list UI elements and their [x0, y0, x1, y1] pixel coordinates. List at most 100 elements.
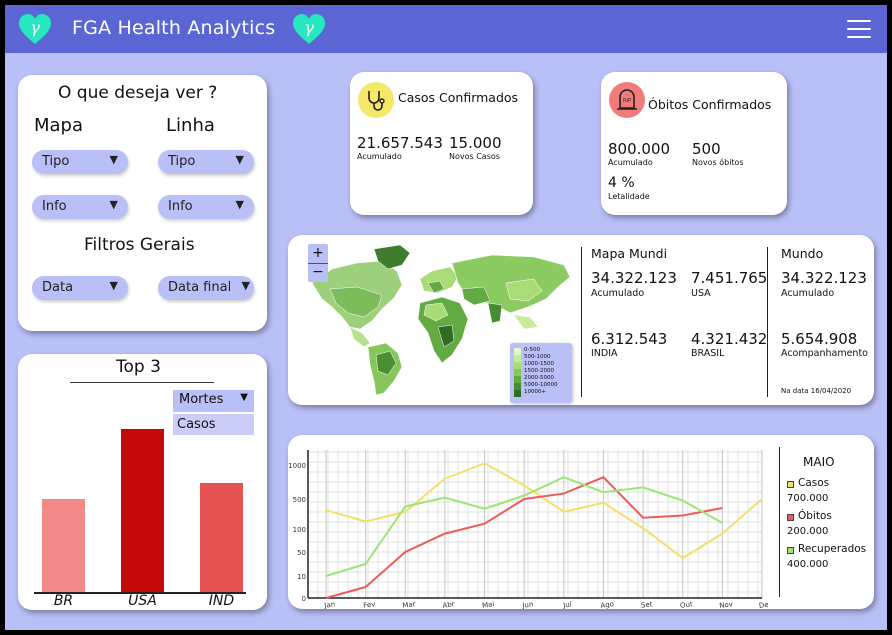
stat-label: INDIA — [591, 348, 618, 359]
x-tick-label: Dec — [758, 600, 768, 609]
chevron-down-icon: ▼ — [240, 392, 248, 403]
map-info-select[interactable]: Info ▼ — [32, 195, 128, 219]
filters-card: O que deseja ver ? Mapa Linha Tipo ▼ Tipo… — [18, 75, 267, 331]
y-tick-label: 0 — [302, 595, 306, 603]
y-tick-label: 100 — [293, 526, 306, 534]
deaths-total: 800.000 — [608, 140, 671, 158]
zoom-control: + − — [308, 244, 328, 282]
line-chart: 100050010050100Jan Fev Mar Abr Mai Jun Jul Ago S… — [288, 450, 768, 609]
x-tick-label: Nov — [719, 600, 734, 609]
zoom-out-button[interactable]: − — [308, 263, 328, 282]
line-info-select[interactable]: Info ▼ — [158, 195, 254, 219]
line-type-select[interactable]: Tipo ▼ — [158, 150, 254, 174]
legend-swatch — [514, 369, 521, 376]
lethality-value: 4 % — [608, 175, 635, 191]
legend-swatch — [514, 348, 521, 355]
line-info-value: Info — [168, 199, 193, 214]
chevron-down-icon: ▼ — [109, 153, 118, 166]
stat-value: 7.451.765 — [691, 269, 768, 287]
x-tick-label: Abr — [442, 600, 455, 609]
map-info-value: Info — [42, 199, 67, 214]
cases-card: Casos Confirmados 21.657.543 Acumulado 1… — [350, 72, 533, 215]
app-title: FGA Health Analytics — [72, 17, 276, 39]
svg-text:γ: γ — [30, 18, 40, 37]
date-select[interactable]: Data ▼ — [32, 276, 128, 300]
cases-total: 21.657.543 — [357, 134, 443, 152]
divider — [581, 247, 582, 397]
y-tick-label: 50 — [297, 549, 306, 557]
top-bar: γ FGA Health Analytics γ — [5, 5, 887, 53]
cases-new: 15.000 — [449, 134, 502, 152]
legend-label: 10000+ — [524, 389, 547, 395]
world-total: 34.322.123 — [781, 269, 867, 287]
legend-swatch — [514, 362, 521, 369]
filters-title: O que deseja ver ? — [58, 83, 218, 103]
deaths-new-label: Novos óbitos — [692, 158, 744, 167]
legend-label: 1000-1500 — [524, 361, 554, 367]
date-value: Data — [42, 280, 74, 295]
general-filters-heading: Filtros Gerais — [84, 235, 195, 255]
hamburger-menu-icon[interactable] — [847, 20, 871, 39]
title-underline — [70, 382, 214, 383]
chevron-down-icon: ▼ — [235, 153, 244, 166]
top3-card: Top 3 Mortes ▼ Casos BR USA IND — [18, 354, 267, 610]
x-tick-label: Mar — [402, 600, 416, 609]
top3-title: Top 3 — [116, 357, 161, 377]
legend-swatch — [514, 390, 521, 397]
legend-label: 0-500 — [524, 347, 540, 353]
end-date-select[interactable]: Data final ▼ — [158, 276, 254, 300]
cases-title: Casos Confirmados — [398, 90, 519, 105]
x-tick-label: Jun — [521, 600, 534, 609]
map-type-select[interactable]: Tipo ▼ — [32, 150, 128, 174]
stethoscope-icon — [358, 82, 394, 118]
bar-br — [42, 499, 85, 592]
legend-label: Óbitos — [798, 510, 832, 522]
stat-label: BRASIL — [691, 348, 725, 359]
x-tick-label: Jul — [562, 600, 573, 609]
end-date-value: Data final — [168, 280, 232, 295]
date-note: Na data 16/04/2020 — [781, 387, 852, 395]
x-tick-label: Ago — [600, 600, 614, 609]
x-tick-label: Out — [680, 600, 694, 609]
map-card: + − 0-500 500-1000 1000-1500 1500-2000 2000-… — [288, 235, 874, 405]
svg-text:RIP: RIP — [623, 98, 631, 104]
stat-label: USA — [691, 288, 711, 299]
x-tick-label: Jan — [323, 600, 336, 609]
legend-label: 500-1000 — [524, 354, 551, 360]
legend-label: 2000-5000 — [524, 375, 554, 381]
map-heading: Mapa — [34, 115, 84, 136]
stat-value: 4.321.432 — [691, 330, 768, 348]
world-title: Mundo — [781, 246, 824, 261]
heart-logo-icon: γ — [19, 14, 51, 44]
chevron-down-icon: ▼ — [109, 279, 118, 292]
metric-selected-value: Mortes — [179, 392, 224, 407]
bar-label: USA — [128, 593, 157, 609]
metric-option-casos[interactable]: Casos — [173, 414, 254, 435]
stat-value: 34.322.123 — [591, 269, 677, 287]
legend-swatch — [514, 376, 521, 383]
deaths-title: Óbitos Confirmados — [648, 97, 772, 112]
bar-label: IND — [208, 593, 235, 609]
bar-ind — [200, 482, 243, 592]
metric-select[interactable]: Mortes ▼ — [173, 390, 254, 412]
x-tick-label: Set — [641, 600, 654, 609]
lethality-label: Letalidade — [608, 192, 650, 201]
bar-usa — [121, 429, 164, 592]
legend-swatch-recuperados — [787, 547, 794, 554]
zoom-in-button[interactable]: + — [308, 244, 328, 263]
series-line-casos — [325, 462, 763, 560]
chevron-down-icon: ▼ — [241, 279, 250, 292]
legend-label: 1500-2000 — [524, 368, 554, 374]
chevron-down-icon: ▼ — [235, 198, 244, 211]
y-tick-label: 500 — [293, 496, 306, 504]
chevron-down-icon: ▼ — [109, 198, 118, 211]
legend-label: 5000-10000 — [524, 382, 558, 388]
legend-value: 400.000 — [787, 559, 829, 570]
bar-label: BR — [53, 593, 74, 609]
legend-label: Casos — [798, 477, 830, 489]
map-legend: 0-500 500-1000 1000-1500 1500-2000 2000-5000… — [510, 343, 572, 403]
dashboard: γ FGA Health Analytics γ O que deseja ve… — [5, 5, 887, 630]
stat-label: Acumulado — [591, 288, 645, 299]
divider — [767, 247, 768, 397]
legend-value: 200.000 — [787, 526, 829, 537]
